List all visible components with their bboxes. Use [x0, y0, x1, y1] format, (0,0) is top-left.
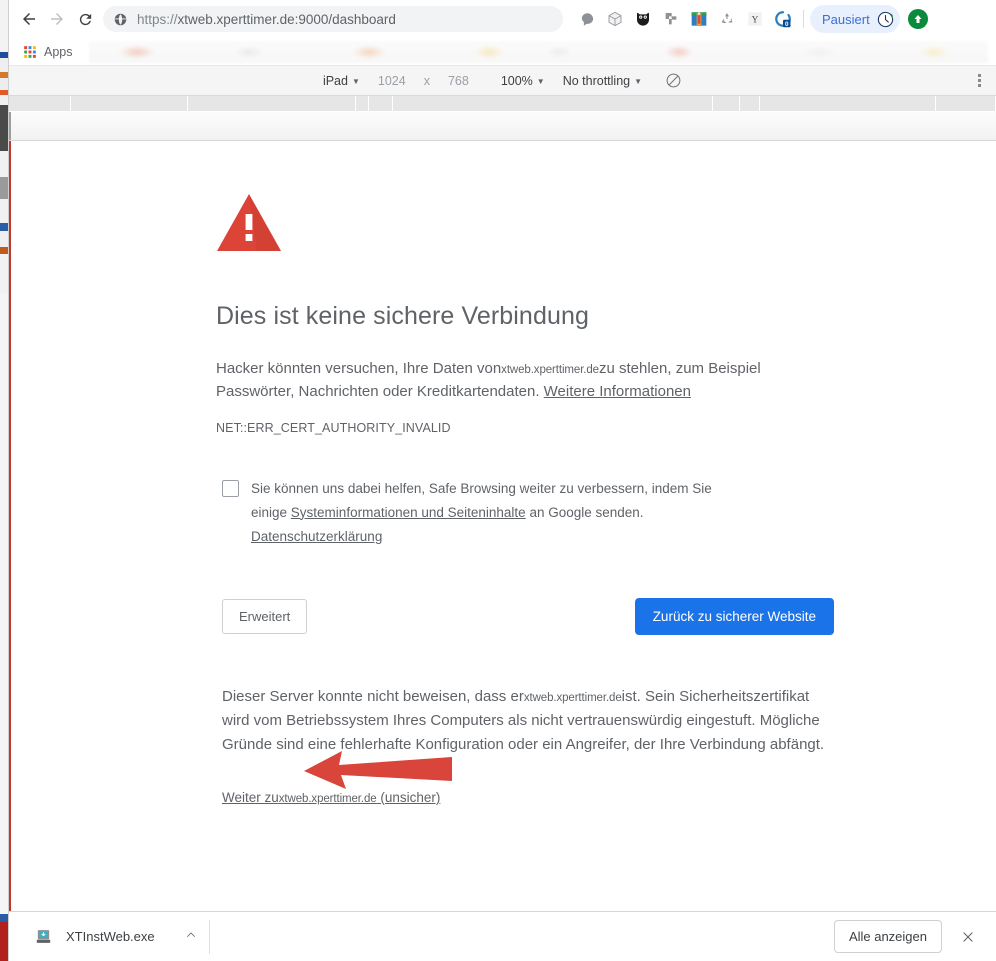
- lighthouse-icon[interactable]: [685, 5, 713, 33]
- privacy-policy-link[interactable]: Datenschutzerklärung: [251, 529, 382, 544]
- safe-browsing-optin: Sie können uns dabei helfen, Safe Browsi…: [216, 477, 836, 549]
- devtools-more-menu[interactable]: [968, 70, 990, 92]
- dimension-separator: x: [415, 74, 439, 88]
- chevron-down-icon: ▼: [536, 76, 545, 86]
- chevron-up-icon[interactable]: [185, 929, 197, 944]
- scrollbar-thumb[interactable]: [9, 112, 11, 140]
- devtools-device-toolbar: iPad ▼ 1024 x 768 100% ▼ No throttling ▼: [9, 66, 996, 96]
- owl-icon[interactable]: [629, 5, 657, 33]
- counter-badge-text: 0: [785, 21, 789, 28]
- viewport-height-value: 768: [447, 73, 469, 88]
- warning-description-before: Hacker könnten versuchen, Ihre Daten von: [216, 360, 502, 377]
- globe-icon: [113, 12, 129, 27]
- address-bar[interactable]: https://xtweb.xperttimer.de:9000/dashboa…: [103, 6, 563, 32]
- optin-text-2: an Google senden.: [525, 504, 644, 520]
- extension-icon-row: Y 0: [573, 5, 810, 33]
- show-all-downloads-button[interactable]: Alle anzeigen: [833, 920, 942, 953]
- apps-button-label: Apps: [44, 44, 73, 59]
- devtools-ruler: [9, 96, 996, 112]
- update-arrow-icon: [914, 15, 922, 23]
- warning-description-host: xtweb.xperttimer.de: [501, 364, 599, 376]
- apps-button[interactable]: Apps: [17, 43, 79, 61]
- throttling-selector-label: No throttling: [562, 73, 631, 88]
- certificate-explanation: Dieser Server konnte nicht beweisen, das…: [216, 685, 828, 757]
- safe-browsing-checkbox[interactable]: [222, 479, 239, 497]
- browser-toolbar: https://xtweb.xperttimer.de:9000/dashboa…: [9, 0, 996, 38]
- forward-arrow-icon: [51, 13, 63, 25]
- back-arrow-icon: [23, 13, 35, 25]
- background-window-sliver: [0, 0, 9, 961]
- certificate-explanation-host: xtweb.xperttimer.de: [523, 691, 622, 704]
- warning-triangle-icon: [216, 193, 836, 258]
- zoom-selector-label: 100%: [500, 73, 533, 88]
- interstitial-button-row: Erweitert Zurück zu sicherer Website: [216, 597, 836, 635]
- chevron-down-icon: ▼: [634, 76, 643, 86]
- back-button[interactable]: [15, 5, 43, 33]
- proceed-unsafe-link[interactable]: Weiter zuxtweb.xperttimer.de (unsicher): [222, 790, 440, 805]
- update-button[interactable]: [907, 9, 928, 29]
- clock-icon: [877, 11, 893, 27]
- chevron-down-icon: ▼: [351, 76, 360, 86]
- browser-window: https://xtweb.xperttimer.de:9000/dashboa…: [9, 0, 996, 961]
- viewport-width-input[interactable]: 1024: [369, 74, 415, 88]
- recycle-icon[interactable]: [713, 5, 741, 33]
- device-selector-label: iPad: [322, 73, 348, 88]
- system-info-link[interactable]: Systeminformationen und Seiteninhalte: [291, 505, 526, 520]
- profile-chip[interactable]: Pausiert: [810, 5, 900, 33]
- url-scheme: https://: [137, 11, 178, 27]
- page-viewport: Dies ist keine sichere Verbindung Hacker…: [9, 141, 996, 911]
- proceed-before: Weiter zu: [222, 789, 279, 805]
- rotate-button[interactable]: [651, 72, 691, 89]
- back-to-safety-button[interactable]: Zurück zu sicherer Website: [634, 597, 834, 635]
- installer-icon: [36, 930, 51, 943]
- bookmarks-bar: Apps: [9, 38, 996, 66]
- counter-icon[interactable]: 0: [769, 5, 797, 33]
- learn-more-link[interactable]: Weitere Informationen: [544, 383, 691, 400]
- svg-text:Y: Y: [752, 15, 759, 25]
- zoom-selector[interactable]: 100% ▼: [492, 74, 554, 88]
- error-code: NET::ERR_CERT_AUTHORITY_INVALID: [216, 420, 451, 435]
- no-rotate-icon: [666, 73, 681, 88]
- warning-description: Hacker könnten versuchen, Ihre Daten von…: [216, 357, 776, 404]
- download-shelf: XTInstWeb.exe Alle anzeigen: [9, 911, 996, 961]
- yandex-icon[interactable]: Y: [741, 5, 769, 33]
- safe-browsing-optin-text: Sie können uns dabei helfen, Safe Browsi…: [251, 477, 751, 549]
- bubble-icon[interactable]: [573, 5, 601, 33]
- profile-chip-label: Pausiert: [822, 11, 870, 27]
- cube-icon[interactable]: [601, 5, 629, 33]
- address-bar-text: https://xtweb.xperttimer.de:9000/dashboa…: [137, 12, 396, 27]
- ssl-interstitial: Dies ist keine sichere Verbindung Hacker…: [216, 193, 836, 807]
- viewport-width-value: 1024: [377, 73, 406, 88]
- reload-button[interactable]: [71, 5, 99, 33]
- proceed-after: (unsicher): [376, 789, 441, 805]
- viewport-height-input[interactable]: 768: [439, 74, 478, 88]
- advanced-button[interactable]: Erweitert: [222, 598, 308, 634]
- certificate-explanation-before: Dieser Server konnte nicht beweisen, das…: [222, 687, 524, 705]
- bookmarks-blurred-items[interactable]: [88, 40, 988, 63]
- throttling-selector[interactable]: No throttling ▼: [554, 74, 651, 88]
- proceed-host: xtweb.xperttimer.de: [278, 792, 377, 805]
- apps-grid-icon: [24, 45, 36, 58]
- forward-button[interactable]: [43, 5, 71, 33]
- toolbar-divider: [803, 10, 804, 28]
- page-title: Dies ist keine sichere Verbindung: [216, 302, 589, 330]
- device-selector[interactable]: iPad ▼: [314, 74, 369, 88]
- close-shelf-button[interactable]: [954, 923, 982, 951]
- download-file-name: XTInstWeb.exe: [66, 929, 155, 944]
- page-scroll-strip[interactable]: [9, 112, 996, 141]
- reload-icon: [79, 13, 91, 25]
- download-item[interactable]: XTInstWeb.exe: [21, 919, 210, 954]
- url-rest: xtweb.xperttimer.de:9000/dashboard: [177, 11, 396, 27]
- close-icon: [963, 931, 973, 942]
- proceed-link-wrapper: Weiter zuxtweb.xperttimer.de (unsicher): [216, 789, 836, 807]
- times-symbol: x: [423, 73, 430, 88]
- todoist-icon[interactable]: [657, 5, 685, 33]
